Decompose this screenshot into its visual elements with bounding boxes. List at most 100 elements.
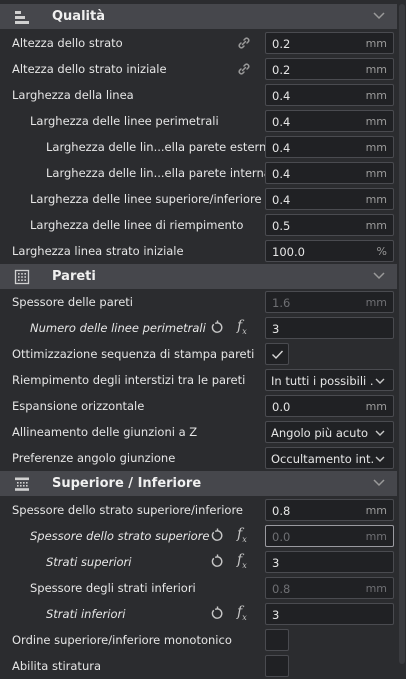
field-value: 3 <box>272 608 280 622</box>
field-unit: mm <box>365 141 387 154</box>
function-icon[interactable]: fx <box>237 318 247 336</box>
horizontal-expansion-field[interactable]: 0.0 mm <box>265 395 394 417</box>
dropdown-value: In tutti i possibili ... <box>271 374 373 388</box>
setting-label: Spessore delle pareti <box>12 295 133 309</box>
setting-label: Abilita stiratura <box>12 659 102 673</box>
section-title-quality: Qualità <box>52 9 105 24</box>
field-value: 0.8 <box>272 582 291 596</box>
enable-ironing-checkbox[interactable] <box>265 655 289 677</box>
infill-line-width-field[interactable]: 0.5 mm <box>265 214 394 236</box>
chevron-down-icon[interactable] <box>373 271 385 281</box>
seam-corner-preference-dropdown[interactable]: Occultamento int... <box>265 447 394 469</box>
setting-row-line-width: Larghezza della linea 0.4 mm <box>0 82 397 108</box>
setting-label: Larghezza delle lin...ella parete estern… <box>46 140 274 154</box>
reset-icon[interactable] <box>210 528 225 543</box>
section-header-walls[interactable]: Pareti <box>0 264 397 289</box>
setting-row-bottom-thickness: Spessore degli strati inferiori 0.8 mm <box>0 575 397 601</box>
top-layers-field[interactable]: 3 <box>265 551 394 573</box>
chevron-down-icon <box>375 456 385 462</box>
optimize-wall-order-checkbox[interactable] <box>265 343 289 365</box>
reset-icon[interactable] <box>210 554 225 569</box>
setting-label: Larghezza delle linee di riempimento <box>30 218 244 232</box>
top-bottom-line-width-field[interactable]: 0.4 mm <box>265 188 394 210</box>
field-unit: mm <box>365 37 387 50</box>
field-unit: mm <box>365 400 387 413</box>
reset-icon[interactable] <box>210 606 225 621</box>
setting-label: Larghezza delle linee perimetrali <box>30 114 219 128</box>
setting-row-infill-line-width: Larghezza delle linee di riempimento 0.5… <box>0 212 397 238</box>
monotonic-order-checkbox[interactable] <box>265 629 289 651</box>
wall-thickness-field[interactable]: 1.6 mm <box>265 291 394 313</box>
line-width-field[interactable]: 0.4 mm <box>265 84 394 106</box>
field-unit: mm <box>365 219 387 232</box>
setting-label: Larghezza linea strato iniziale <box>12 244 184 258</box>
initial-layer-height-field[interactable]: 0.2 mm <box>265 58 394 80</box>
field-unit: % <box>376 245 387 258</box>
field-value: 100.0 <box>272 245 305 259</box>
z-seam-alignment-dropdown[interactable]: Angolo più acuto <box>265 421 394 443</box>
field-unit: mm <box>365 582 387 595</box>
field-value: 0.4 <box>272 115 291 129</box>
section-header-top-bottom[interactable]: Superiore / Inferiore <box>0 471 397 496</box>
bottom-layers-field[interactable]: 3 <box>265 603 394 625</box>
inner-wall-line-width-field[interactable]: 0.4 mm <box>265 162 394 184</box>
scrollbar[interactable] <box>397 0 406 676</box>
field-unit: mm <box>365 89 387 102</box>
setting-label: Spessore degli strati inferiori <box>30 581 196 595</box>
print-settings-panel: Qualità Altezza dello strato 0.2 mm Alte… <box>0 0 397 679</box>
walls-grid-icon <box>14 269 30 285</box>
chevron-down-icon[interactable] <box>373 11 385 21</box>
setting-label: Espansione orizzontale <box>12 399 145 413</box>
quality-layers-icon <box>15 11 29 24</box>
function-icon[interactable]: fx <box>237 552 247 570</box>
field-value: 0.0 <box>272 530 291 544</box>
setting-row-top-thickness: Spessore dello strato superiore fx 0.0 m… <box>0 523 397 549</box>
setting-row-inner-wall-line-width: Larghezza delle lin...ella parete intern… <box>0 160 397 186</box>
setting-row-wall-line-count: Numero delle linee perimetrali fx 3 <box>0 315 397 341</box>
setting-label: Larghezza delle lin...ella parete intern… <box>46 166 271 180</box>
wall-line-count-field[interactable]: 3 <box>265 317 394 339</box>
setting-label: Larghezza delle linee superiore/inferior… <box>30 192 262 206</box>
checkmark-icon <box>272 350 284 360</box>
top-thickness-field[interactable]: 0.0 mm <box>265 525 394 547</box>
field-value: 0.2 <box>272 63 291 77</box>
setting-row-initial-layer-line-width: Larghezza linea strato iniziale 100.0 % <box>0 238 397 264</box>
setting-label: Ordine superiore/inferiore monotonico <box>12 633 232 647</box>
setting-row-top-bottom-line-width: Larghezza delle linee superiore/inferior… <box>0 186 397 212</box>
field-value: 0.0 <box>272 400 291 414</box>
wall-line-width-field[interactable]: 0.4 mm <box>265 110 394 132</box>
setting-row-top-bottom-thickness: Spessore dello strato superiore/inferior… <box>0 497 397 523</box>
setting-label: Larghezza della linea <box>12 88 134 102</box>
link-icon[interactable] <box>236 61 252 77</box>
function-icon[interactable]: fx <box>237 604 247 622</box>
field-unit: mm <box>365 530 387 543</box>
dropdown-value: Angolo più acuto <box>271 426 369 440</box>
setting-row-bottom-layers: Strati inferiori fx 3 <box>0 601 397 627</box>
field-unit: mm <box>365 504 387 517</box>
setting-label: Strati superiori <box>46 555 132 569</box>
setting-row-monotonic-order: Ordine superiore/inferiore monotonico <box>0 627 397 653</box>
section-header-quality[interactable]: Qualità <box>0 4 397 29</box>
function-icon[interactable]: fx <box>237 526 247 544</box>
link-icon[interactable] <box>236 35 252 51</box>
section-title-top-bottom: Superiore / Inferiore <box>52 476 202 491</box>
reset-icon[interactable] <box>210 320 225 335</box>
setting-row-wall-line-width: Larghezza delle linee perimetrali 0.4 mm <box>0 108 397 134</box>
setting-row-enable-ironing: Abilita stiratura <box>0 653 397 679</box>
chevron-down-icon[interactable] <box>373 478 385 488</box>
outer-wall-line-width-field[interactable]: 0.4 mm <box>265 136 394 158</box>
layer-height-field[interactable]: 0.2 mm <box>265 32 394 54</box>
field-unit: mm <box>365 296 387 309</box>
bottom-thickness-field[interactable]: 0.8 mm <box>265 577 394 599</box>
setting-row-seam-corner-preference: Preferenze angolo giunzione Occultamento… <box>0 445 397 471</box>
initial-layer-line-width-field[interactable]: 100.0 % <box>265 240 394 262</box>
scrollbar-thumb[interactable] <box>399 4 405 664</box>
field-unit: mm <box>365 63 387 76</box>
field-value: 0.2 <box>272 37 291 51</box>
top-bottom-thickness-field[interactable]: 0.8 mm <box>265 499 394 521</box>
setting-row-layer-height: Altezza dello strato 0.2 mm <box>0 30 397 56</box>
fill-gaps-dropdown[interactable]: In tutti i possibili ... <box>265 369 394 391</box>
setting-label: Allineamento delle giunzioni a Z <box>12 425 198 439</box>
setting-label: Altezza dello strato <box>12 36 123 50</box>
chevron-down-icon <box>375 378 385 384</box>
